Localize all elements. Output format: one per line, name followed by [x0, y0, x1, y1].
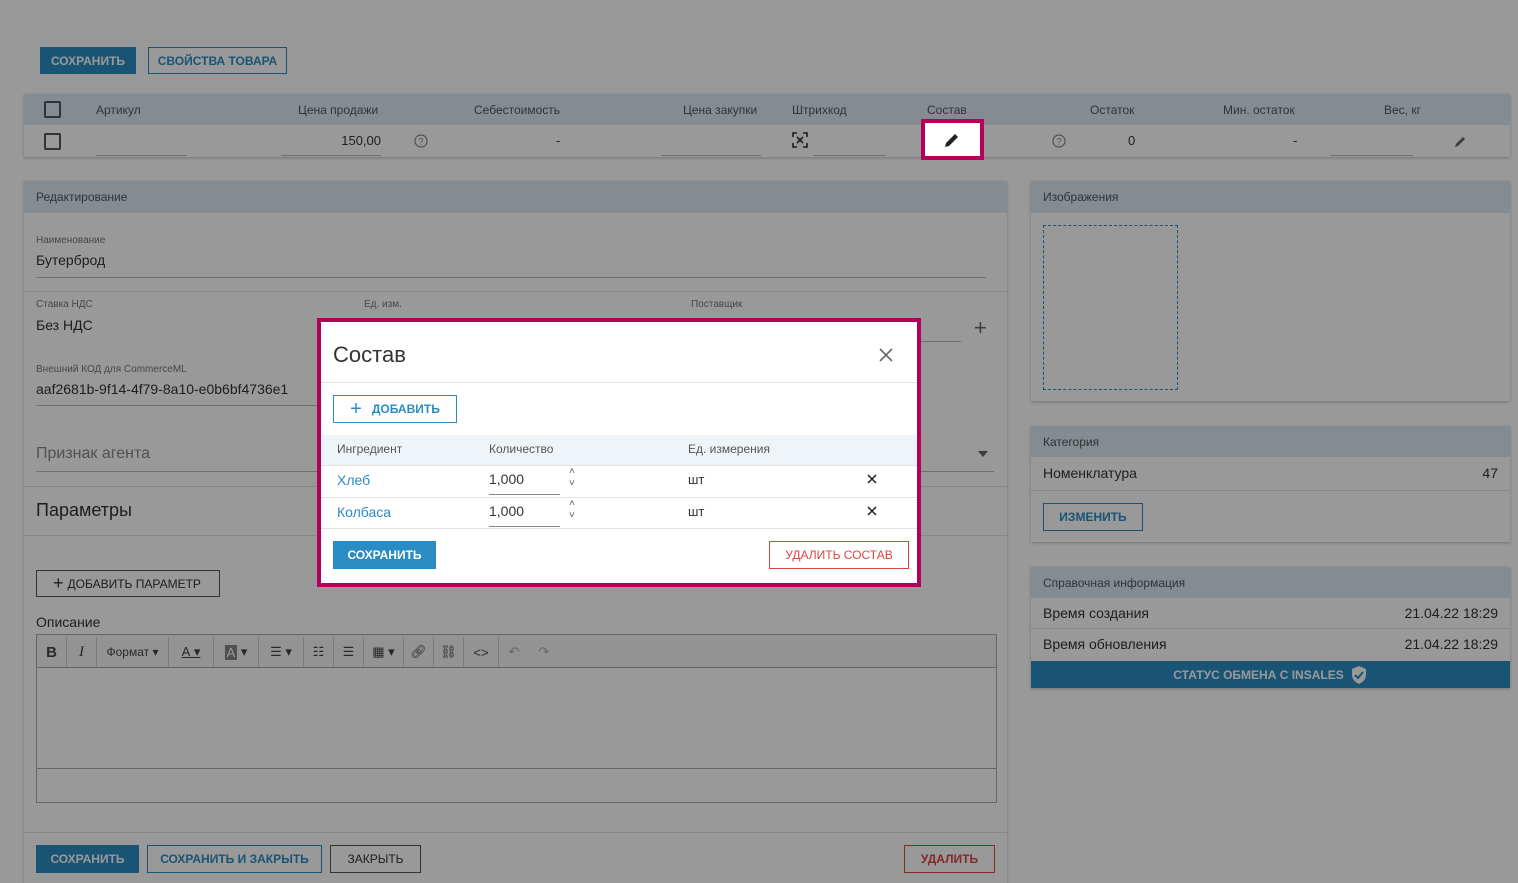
- divider: [321, 465, 917, 466]
- quantity-underline: [489, 526, 560, 527]
- col-unit: Ед. измерения: [688, 442, 770, 456]
- col-quantity: Количество: [489, 442, 554, 456]
- composition-modal: Состав + ДОБАВИТЬ Ингредиент Количество Е…: [321, 322, 917, 583]
- composition-edit-cell[interactable]: [925, 123, 980, 156]
- quantity-input[interactable]: 1,000: [489, 503, 524, 519]
- close-icon[interactable]: [879, 348, 893, 362]
- ingredient-link[interactable]: Хлеб: [337, 472, 370, 488]
- add-ingredient-button[interactable]: + ДОБАВИТЬ: [333, 395, 457, 423]
- quantity-stepper[interactable]: ˄ ˅: [569, 466, 575, 490]
- remove-row-icon[interactable]: [867, 506, 877, 516]
- modal-save-button[interactable]: СОХРАНИТЬ: [333, 541, 436, 569]
- remove-row-icon[interactable]: [867, 474, 877, 484]
- delete-composition-button[interactable]: УДАЛИТЬ СОСТАВ: [769, 541, 909, 569]
- col-ingredient: Ингредиент: [337, 442, 403, 456]
- divider: [321, 528, 917, 529]
- plus-icon: +: [350, 398, 362, 420]
- unit-value: шт: [688, 472, 705, 487]
- divider: [321, 497, 917, 498]
- divider: [321, 382, 917, 383]
- modal-title: Состав: [333, 342, 406, 367]
- modal-table-header: [321, 435, 917, 465]
- quantity-stepper[interactable]: ˄ ˅: [569, 498, 575, 522]
- quantity-underline: [489, 494, 560, 495]
- add-ingredient-label: ДОБАВИТЬ: [371, 402, 440, 416]
- ingredient-link[interactable]: Колбаса: [337, 504, 391, 520]
- unit-value: шт: [688, 504, 705, 519]
- quantity-input[interactable]: 1,000: [489, 471, 524, 487]
- edit-composition-icon[interactable]: [943, 131, 961, 149]
